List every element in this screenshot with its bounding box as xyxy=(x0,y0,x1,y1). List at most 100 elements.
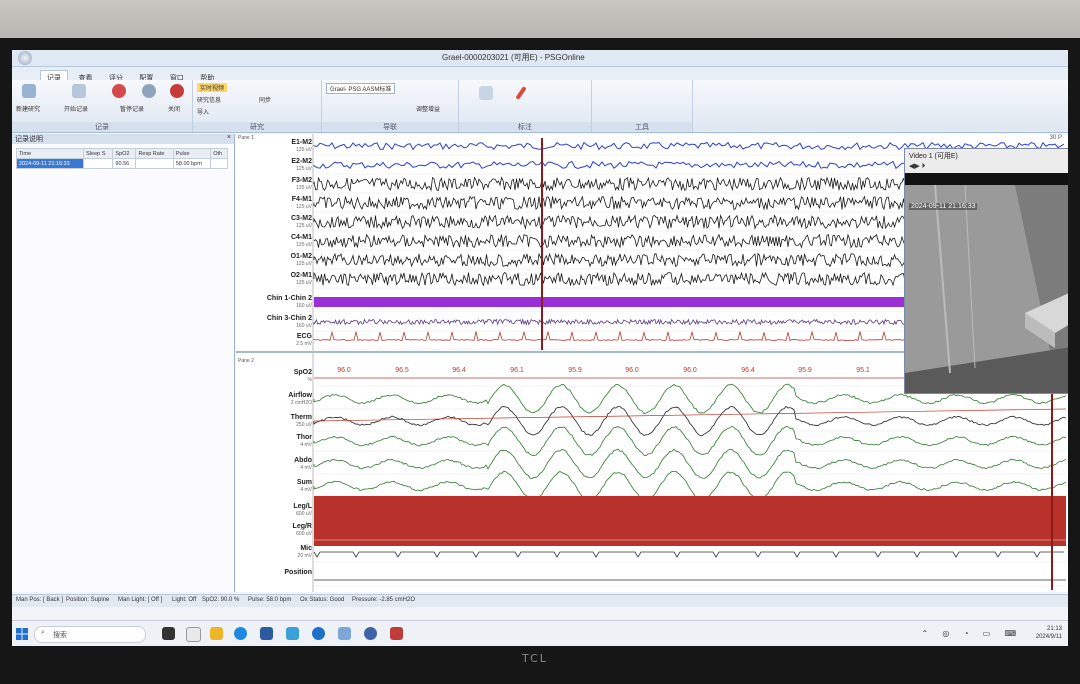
video-window[interactable]: Video 1 (可用E) × ◀▶ ⏵ 2024-09-11 21:16:33 xyxy=(904,148,1068,394)
status-position: Position: Supine xyxy=(66,597,110,603)
ribbon-group-montage: Grael- PSG AASM标准 调整增益 导联 xyxy=(322,80,459,132)
ribbon-group-study: 实时视频 研究信息 导入 同步 研究 xyxy=(193,80,322,132)
ribbon-group-label: 标注 xyxy=(459,122,591,132)
import-button[interactable]: 导入 xyxy=(197,107,209,116)
clock[interactable]: 21:13 2024/9/11 xyxy=(1036,625,1062,641)
therm-baseline xyxy=(313,408,1067,422)
taskbar-search[interactable]: ⌕ 搜索 xyxy=(34,626,146,643)
search-icon: ⌕ xyxy=(41,629,45,636)
windows-start-icon[interactable] xyxy=(16,628,28,640)
ribbon-toolbar: 新建研究 开始记录 暂停记录 关闭 记录 实时视频 研究信息 导入 同步 研究 … xyxy=(12,80,1068,133)
signal-panes: Pane 1 30 P Pane 2 2 m E1-M2125 uVE2-M21… xyxy=(236,134,1068,592)
ribbon-group-label: 研究 xyxy=(193,122,321,132)
stop-record-icon[interactable] xyxy=(112,84,126,98)
video-frame: 2024-09-11 21:16:33 xyxy=(905,173,1068,393)
widgets-icon[interactable] xyxy=(186,627,201,642)
status-pressure: Pressure: -2.85 cmH2O xyxy=(352,597,416,603)
menu-bar: 记录 查看 评分 配置 窗口 帮助 xyxy=(12,67,1068,84)
spo2-cell[interactable]: 90.56 xyxy=(112,158,137,169)
ribbon-group-label: 工具 xyxy=(592,122,692,132)
spo2-value-label: 96.4 xyxy=(741,367,755,374)
globe-icon[interactable] xyxy=(364,627,377,640)
column-header[interactable]: SpO2 xyxy=(112,148,137,159)
video-timestamp: 2024-09-11 21:16:33 xyxy=(909,203,978,210)
column-header[interactable]: Oth xyxy=(210,148,228,159)
time-cell[interactable]: 2024-09-11 21:16:33 xyxy=(15,158,85,169)
video-title: Video 1 (可用E) xyxy=(909,153,958,160)
video-controls[interactable]: ◀▶ ⏵ xyxy=(909,162,925,171)
psg-app-icon[interactable] xyxy=(286,627,299,640)
help-icon[interactable] xyxy=(312,627,325,640)
close-record-button[interactable]: 关闭 xyxy=(168,104,180,113)
windows-taskbar: ⌕ 搜索 ⌃ ◎ ◔ ▭ ⌨ 21:13 2024/9/11 xyxy=(12,620,1068,646)
sleep-cell[interactable] xyxy=(83,158,114,169)
spo2-value-label: 96.0 xyxy=(625,367,639,374)
column-header[interactable]: Time xyxy=(15,148,85,159)
new-study-icon[interactable] xyxy=(22,84,36,98)
spo2-value-label: 95.9 xyxy=(798,367,812,374)
status-bar: Man Pos: [ Back ] Position: Supine Man L… xyxy=(12,594,1068,607)
live-video-button[interactable]: 实时视频 xyxy=(197,83,228,92)
pulse-unit: bpm xyxy=(191,160,202,167)
screen: Grael-0000203021 (可用E) - PSGOnline 记录 查看… xyxy=(12,50,1068,646)
start-record-button[interactable]: 开始记录 xyxy=(64,104,88,113)
spo2-value-label: 96.5 xyxy=(395,367,409,374)
window-title-bar: Grael-0000203021 (可用E) - PSGOnline xyxy=(12,50,1068,67)
column-header[interactable]: Sleep S xyxy=(83,148,114,159)
study-info-button[interactable]: 研究信息 xyxy=(197,95,221,104)
status-man-light: Man Light: [ Off ] xyxy=(118,597,163,603)
pause-icon[interactable] xyxy=(142,84,156,98)
spo2-value-label: 95.9 xyxy=(568,367,582,374)
events-table: Time Sleep S SpO2 Resp Rate Pulse Oth 20… xyxy=(15,148,228,169)
file-explorer-icon[interactable] xyxy=(210,627,223,640)
pen-icon[interactable] xyxy=(515,86,527,100)
system-tray-icons[interactable]: ⌃ ◎ ◔ ▭ ⌨ xyxy=(921,629,1022,638)
column-header[interactable]: Resp Rate xyxy=(135,148,174,159)
status-light: Light: Off xyxy=(172,597,197,603)
pause-record-button[interactable]: 暂停记录 xyxy=(120,104,144,113)
note-icon[interactable] xyxy=(479,86,493,100)
app-orb-icon[interactable] xyxy=(18,51,32,65)
ribbon-group-record: 新建研究 开始记录 暂停记录 关闭 记录 xyxy=(12,80,193,132)
spo2-value-label: 96.1 xyxy=(510,367,524,374)
close-icon[interactable]: × xyxy=(227,134,231,141)
store-icon[interactable] xyxy=(260,627,273,640)
pulse-cell[interactable]: 58.00 bpm xyxy=(172,158,212,169)
monitor-brand-logo: TCL xyxy=(522,652,548,665)
respiratory-trace xyxy=(313,425,1067,457)
spo2-value-label: 95.1 xyxy=(856,367,870,374)
status-ox: Ox Status: Good xyxy=(300,597,345,603)
other-cell[interactable] xyxy=(210,158,228,169)
ribbon-group-annotate: 标注 xyxy=(459,80,592,132)
ribbon-group-label: 记录 xyxy=(12,122,192,132)
status-man-pos: Man Pos: [ Back ] xyxy=(16,597,64,603)
mic-trace xyxy=(313,551,1064,558)
notes-panel-header: 记录说明 × xyxy=(12,134,234,144)
sync-button[interactable]: 同步 xyxy=(259,95,271,104)
adjust-gain-button[interactable]: 调整增益 xyxy=(416,104,440,113)
window-title: Grael-0000203021 (可用E) - PSGOnline xyxy=(442,53,585,62)
start-record-icon[interactable] xyxy=(72,84,86,98)
close-icon[interactable] xyxy=(170,84,184,98)
notes-panel-title: 记录说明 xyxy=(15,136,43,143)
resp-cell[interactable] xyxy=(135,158,174,169)
ribbon-group-tools: 工具 xyxy=(592,80,693,132)
notes-panel: 记录说明 × Time Sleep S SpO2 Resp Rate Pulse… xyxy=(12,134,235,592)
leg-emg-band xyxy=(314,496,1066,546)
new-study-button[interactable]: 新建研究 xyxy=(16,104,40,113)
edge-browser-icon[interactable] xyxy=(234,627,247,640)
montage-select[interactable]: Grael- PSG AASM标准 xyxy=(326,83,396,94)
ribbon-group-label: 导联 xyxy=(322,122,458,132)
grael-app-icon[interactable] xyxy=(390,627,403,640)
monitor-app-icon[interactable] xyxy=(338,627,351,640)
clock-date: 2024/9/11 xyxy=(1035,634,1062,640)
status-pulse: Pulse: 58.0 bpm xyxy=(248,597,292,603)
task-view-icon[interactable] xyxy=(162,627,175,640)
pulse-value: 58.00 xyxy=(175,160,190,167)
spo2-value-label: 96.0 xyxy=(337,367,351,374)
clock-time: 21:13 xyxy=(1046,626,1062,632)
status-spo2: SpO2: 90.0 % xyxy=(202,597,240,603)
spo2-value-label: 96.4 xyxy=(452,367,466,374)
column-header[interactable]: Pulse xyxy=(172,148,212,159)
table-row[interactable]: 2024-09-11 21:16:33 90.56 58.00 bpm xyxy=(15,158,228,169)
